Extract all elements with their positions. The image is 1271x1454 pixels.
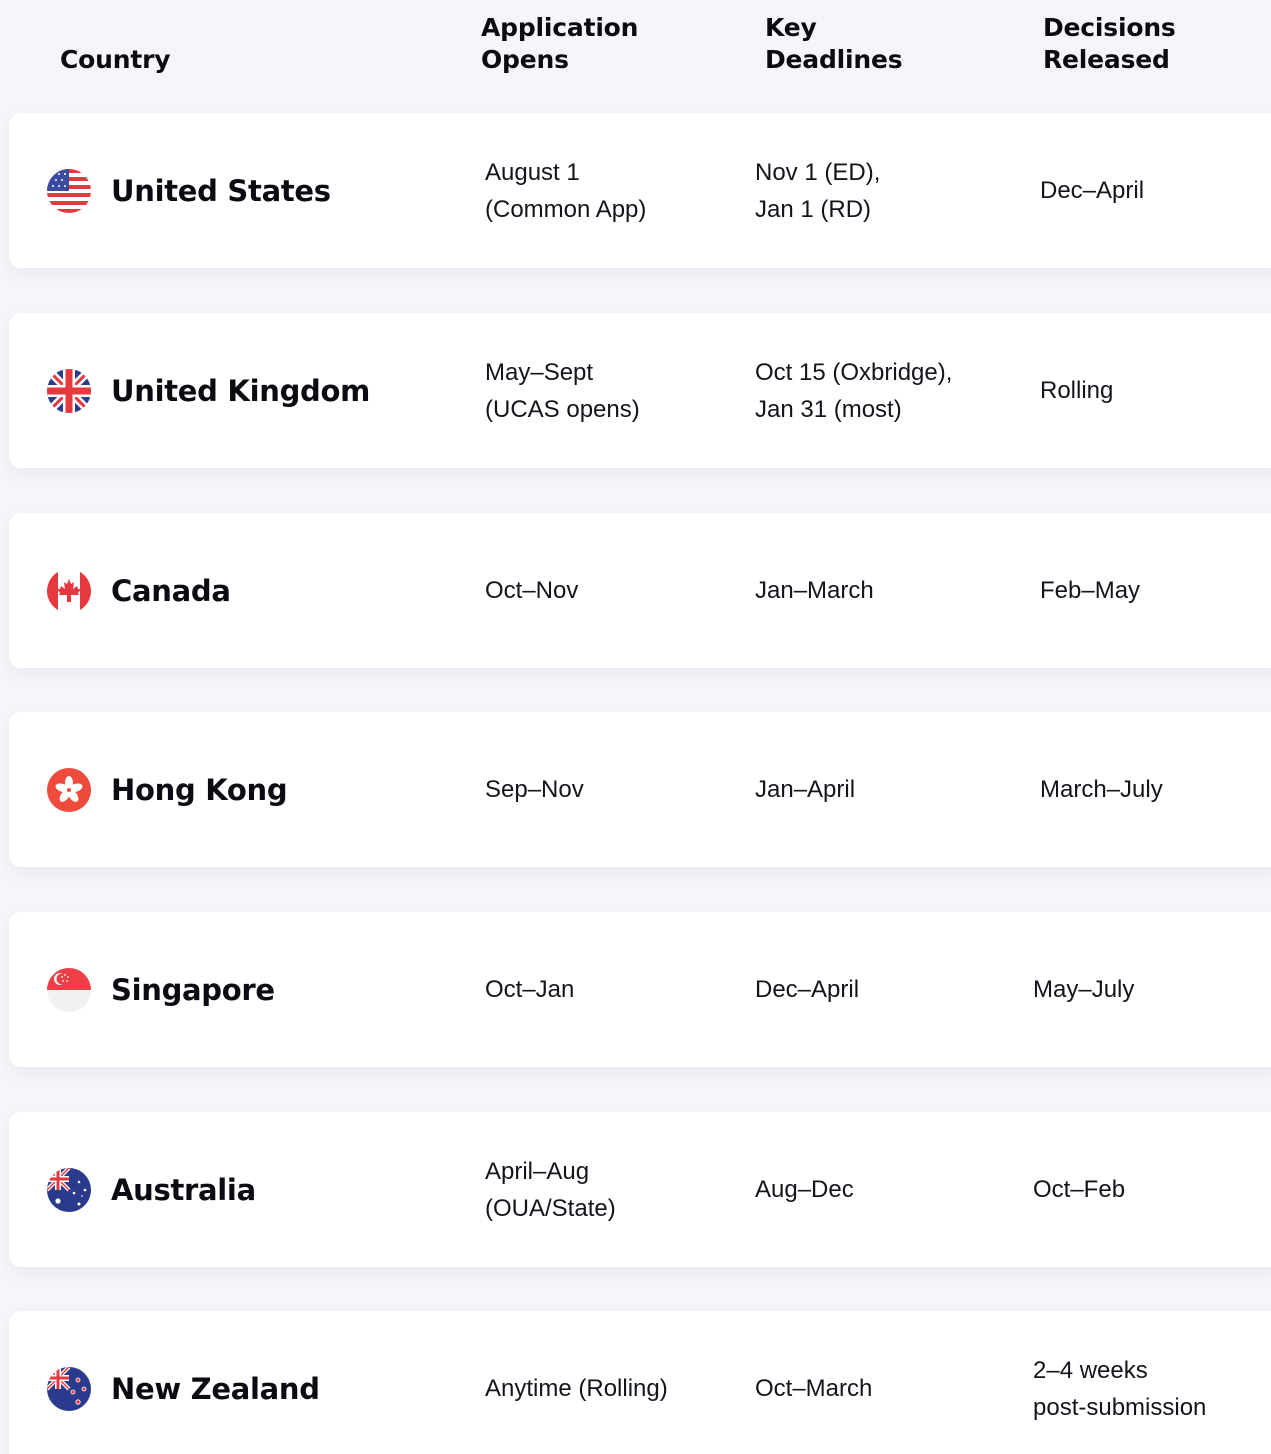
country-name: United States [111, 174, 331, 208]
country-name: New Zealand [111, 1372, 320, 1406]
decisions-released-cell: Dec–April [1040, 177, 1145, 204]
key-deadlines-cell: Jan–April [755, 776, 856, 803]
key-deadlines-cell: Oct 15 (Oxbridge), Jan 31 (most) [755, 358, 953, 423]
australia-flag-icon [47, 1168, 91, 1212]
new-zealand-flag-icon [47, 1367, 91, 1411]
table-row-singapore: Singapore Oct–Jan Dec–April May–July [9, 912, 1271, 1067]
table-row-united-states: United States August 1 (Common App) Nov … [9, 113, 1271, 268]
column-header-key-deadlines: Key Deadlines [765, 13, 903, 74]
canada-flag-icon [47, 569, 91, 613]
table-row-hong-kong: Hong Kong Sep–Nov Jan–April March–July [9, 712, 1271, 867]
column-header-application-opens: Application Opens [481, 13, 639, 74]
table-row-australia: Australia April–Aug (OUA/State) Aug–Dec … [9, 1112, 1271, 1267]
key-deadlines-cell: Dec–April [755, 976, 860, 1003]
application-opens-cell: Oct–Jan [485, 976, 575, 1003]
application-opens-cell: Sep–Nov [485, 776, 584, 803]
column-header-decisions-released: Decisions Released [1043, 13, 1176, 74]
key-deadlines-cell: Aug–Dec [755, 1176, 854, 1203]
country-name: United Kingdom [111, 374, 371, 408]
decisions-released-cell: Rolling [1040, 377, 1114, 404]
country-name: Australia [111, 1173, 256, 1207]
hong-kong-flag-icon [47, 768, 91, 812]
application-opens-cell: August 1 (Common App) [485, 158, 647, 223]
country-name: Hong Kong [111, 773, 288, 807]
key-deadlines-cell: Nov 1 (ED), Jan 1 (RD) [755, 158, 881, 223]
table-row-canada: Canada Oct–Nov Jan–March Feb–May [9, 513, 1271, 668]
application-opens-cell: April–Aug (OUA/State) [485, 1157, 616, 1222]
decisions-released-cell: 2–4 weeks post-submission [1033, 1356, 1207, 1421]
table-row-united-kingdom: United Kingdom May–Sept (UCAS opens) Oct… [9, 313, 1271, 468]
key-deadlines-cell: Jan–March [755, 577, 874, 604]
decisions-released-cell: Feb–May [1040, 577, 1141, 604]
decisions-released-cell: March–July [1040, 776, 1163, 803]
country-name: Singapore [111, 973, 275, 1007]
singapore-flag-icon [47, 968, 91, 1012]
table-header: Country Application Opens Key Deadlines … [0, 0, 1271, 110]
decisions-released-cell: Oct–Feb [1033, 1176, 1126, 1203]
application-opens-cell: Anytime (Rolling) [485, 1375, 668, 1402]
country-name: Canada [111, 574, 231, 608]
decisions-released-cell: May–July [1033, 976, 1135, 1003]
application-opens-cell: Oct–Nov [485, 577, 579, 604]
column-header-country: Country [60, 45, 171, 74]
us-flag-icon [47, 169, 91, 213]
application-opens-cell: May–Sept (UCAS opens) [485, 358, 640, 423]
key-deadlines-cell: Oct–March [755, 1375, 873, 1402]
table-row-new-zealand: New Zealand Anytime (Rolling) Oct–March … [9, 1311, 1271, 1454]
uk-flag-icon [47, 369, 91, 413]
